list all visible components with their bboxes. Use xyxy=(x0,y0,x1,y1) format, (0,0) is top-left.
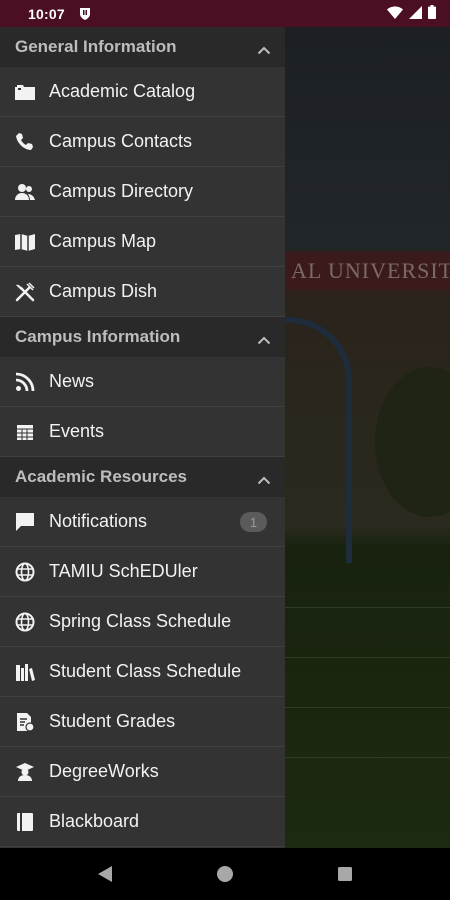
menu-item-events[interactable]: Events xyxy=(0,407,285,457)
navigation-drawer: General Information Academic Catalog Cam… xyxy=(0,27,285,848)
menu-item-student-grades[interactable]: Student Grades xyxy=(0,697,285,747)
menu-item-academic-catalog[interactable]: Academic Catalog xyxy=(0,67,285,117)
notification-count-badge: 1 xyxy=(240,512,267,532)
menu-item-label: Events xyxy=(49,421,105,441)
menu-item-label: News xyxy=(49,371,95,391)
menu-item-label: TAMIU SchEDUler xyxy=(49,561,198,581)
menu-item-blackboard[interactable]: Blackboard xyxy=(0,797,285,847)
graduate-icon xyxy=(0,762,49,782)
background-arch xyxy=(285,317,352,563)
menu-item-label: Campus Dish xyxy=(49,281,158,301)
menu-item-label: Student Class Schedule xyxy=(49,661,242,681)
section-title: Campus Information xyxy=(15,327,181,346)
grades-icon xyxy=(0,712,49,732)
calendar-icon xyxy=(0,424,49,440)
chevron-up-icon[interactable] xyxy=(257,40,271,60)
menu-item-campus-map[interactable]: Campus Map xyxy=(0,217,285,267)
chevron-up-icon[interactable] xyxy=(257,470,271,490)
menu-item-label: Campus Map xyxy=(49,231,157,251)
back-button[interactable] xyxy=(97,865,113,883)
globe-icon xyxy=(0,612,49,632)
university-shield-icon xyxy=(79,7,91,20)
utensils-icon xyxy=(0,281,49,302)
menu-item-label: DegreeWorks xyxy=(49,761,159,781)
menu-item-campus-contacts[interactable]: Campus Contacts xyxy=(0,117,285,167)
globe-icon xyxy=(0,562,49,582)
menu-item-label: Spring Class Schedule xyxy=(49,611,232,631)
chat-icon xyxy=(0,512,49,532)
status-bar: 10:07 xyxy=(0,0,450,27)
status-time: 10:07 xyxy=(28,5,65,22)
background-tree xyxy=(375,367,450,517)
home-button[interactable] xyxy=(216,865,234,883)
menu-item-news[interactable]: News xyxy=(0,357,285,407)
menu-item-label: Campus Contacts xyxy=(49,131,193,151)
menu-item-label: Notifications xyxy=(49,511,148,531)
wifi-icon xyxy=(387,6,403,22)
menu-item-notifications[interactable]: Notifications 1 xyxy=(0,497,285,547)
recents-button[interactable] xyxy=(337,866,353,882)
section-header-campus-information[interactable]: Campus Information xyxy=(0,317,285,357)
menu-item-student-class-schedule[interactable]: Student Class Schedule xyxy=(0,647,285,697)
section-header-academic-resources[interactable]: Academic Resources xyxy=(0,457,285,497)
section-title: Academic Resources xyxy=(15,467,187,486)
menu-item-campus-dish[interactable]: Campus Dish xyxy=(0,267,285,317)
battery-icon xyxy=(428,5,436,22)
menu-item-tamiu-scheduler[interactable]: TAMIU SchEDUler xyxy=(0,547,285,597)
menu-item-campus-directory[interactable]: Campus Directory xyxy=(0,167,285,217)
menu-item-spring-class-schedule[interactable]: Spring Class Schedule xyxy=(0,597,285,647)
menu-item-label: Academic Catalog xyxy=(49,81,196,101)
menu-item-label: Campus Directory xyxy=(49,181,194,201)
menu-item-label: Blackboard xyxy=(49,811,140,831)
book-icon xyxy=(0,812,49,832)
section-title: General Information xyxy=(15,37,177,56)
books-icon xyxy=(0,663,49,681)
menu-item-label: Student Grades xyxy=(49,711,176,731)
phone-icon xyxy=(0,132,49,152)
map-icon xyxy=(0,233,49,251)
menu-item-degreeworks[interactable]: DegreeWorks xyxy=(0,747,285,797)
folder-icon xyxy=(0,83,49,101)
signal-icon xyxy=(409,5,422,22)
background-banner: AL UNIVERSITY xyxy=(285,252,450,290)
section-header-general-information[interactable]: General Information xyxy=(0,27,285,67)
rss-icon xyxy=(0,372,49,392)
people-icon xyxy=(0,183,49,201)
system-navigation-bar xyxy=(0,848,450,900)
background-campus-image: AL UNIVERSITY xyxy=(285,27,450,848)
chevron-up-icon[interactable] xyxy=(257,330,271,350)
